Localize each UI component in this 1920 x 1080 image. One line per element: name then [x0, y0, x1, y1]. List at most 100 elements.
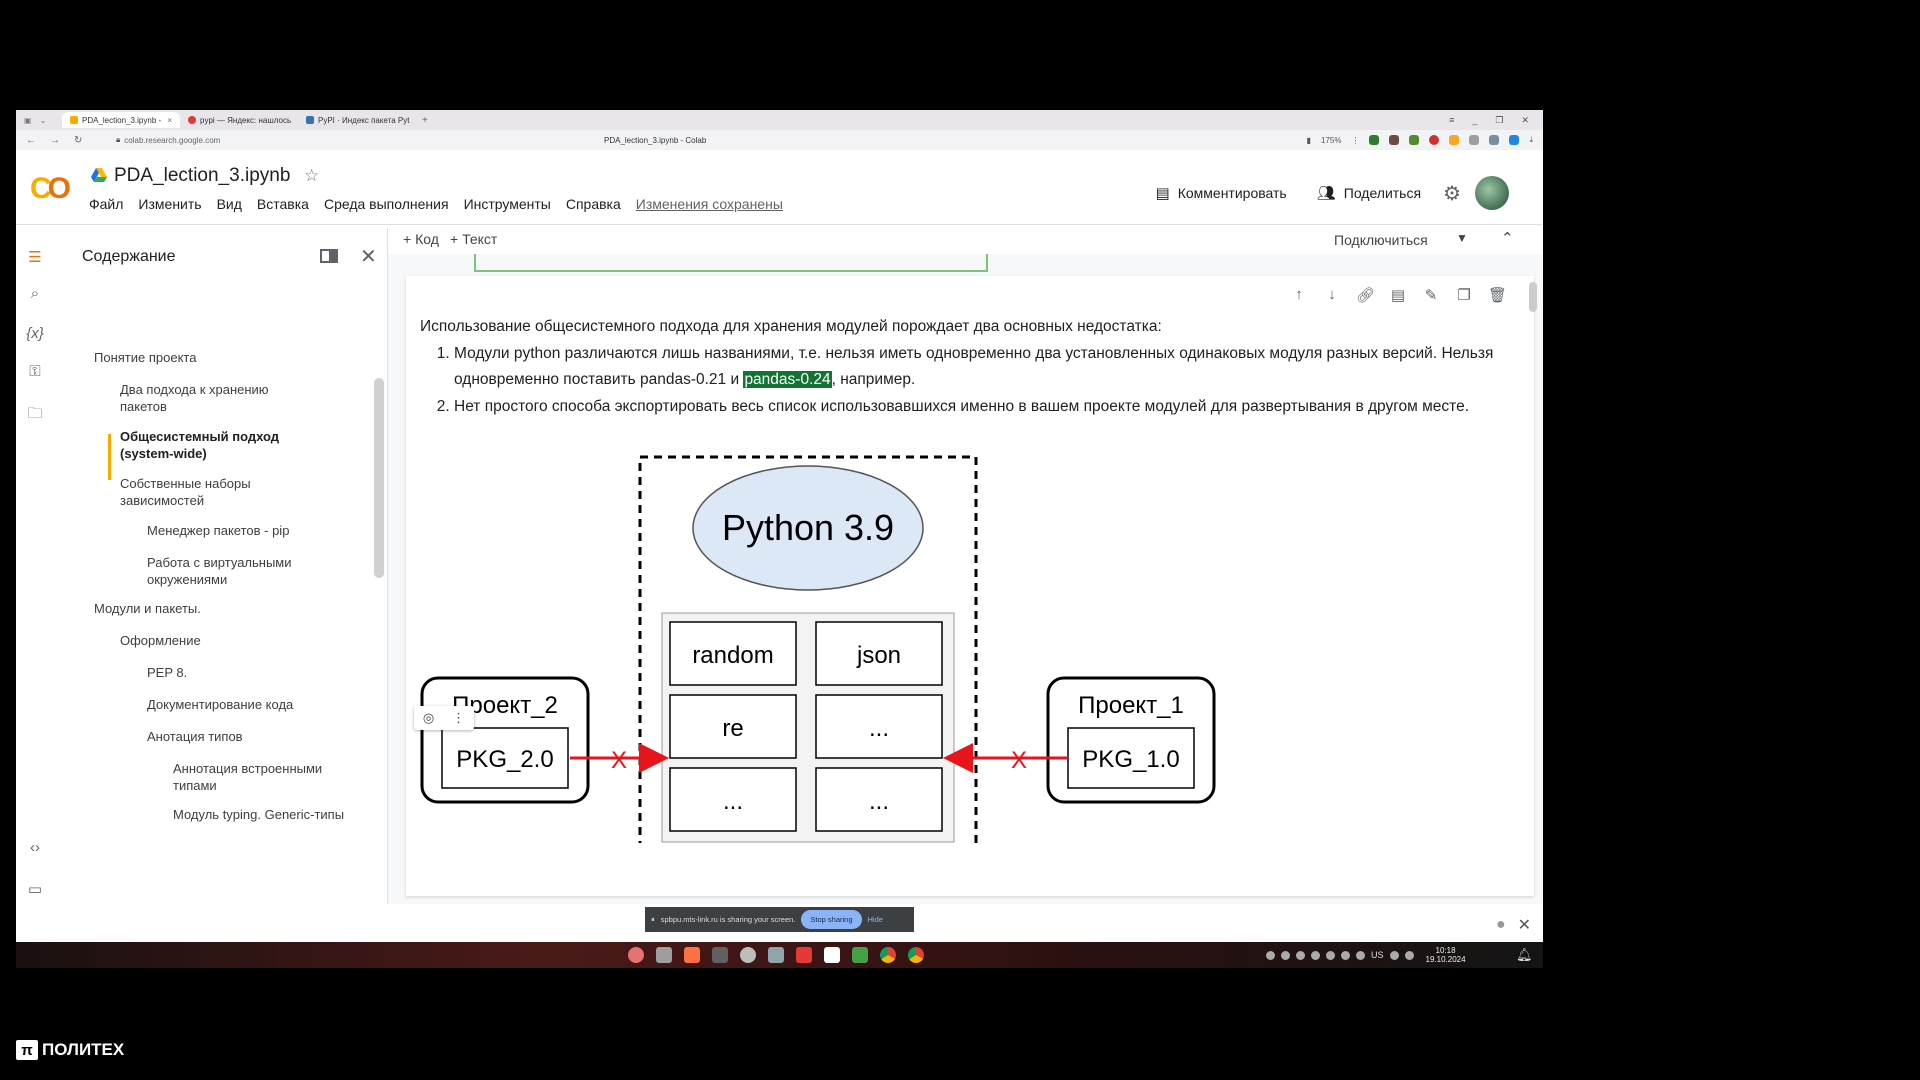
zoom-level[interactable]: 175% [1321, 136, 1341, 145]
text-cell[interactable]: ↑ ↓ 🔗︎ ▤ ✎ ❐ 🗑︎ ⋮ Использование общесист… [406, 276, 1538, 896]
window-menu-icons[interactable]: ▣ ⌄ [16, 116, 62, 125]
add-code-button[interactable]: + Код [403, 231, 439, 247]
tray-icon[interactable] [1356, 950, 1365, 960]
extension-icon[interactable] [1469, 135, 1480, 145]
edit-icon[interactable]: ✎ [1422, 286, 1440, 304]
maximize-icon[interactable]: ❐ [1495, 115, 1503, 126]
app-icon[interactable] [796, 947, 812, 963]
tray-icon[interactable] [1311, 950, 1320, 960]
hide-button[interactable]: Hide [868, 915, 883, 924]
menu-edit[interactable]: Изменить [138, 196, 201, 212]
toc-item[interactable]: Оформление [120, 632, 201, 649]
reload-icon[interactable]: ↻ [74, 135, 82, 146]
clock[interactable]: 10:18 19.10.2024 [1426, 946, 1466, 964]
close-icon[interactable]: ✕ [1518, 915, 1531, 935]
more-icon[interactable]: ⋮ [452, 710, 465, 726]
menu-help[interactable]: Справка [566, 196, 621, 212]
close-icon[interactable]: ✕ [360, 244, 377, 269]
tray-icon[interactable] [1326, 950, 1335, 960]
search-icon[interactable]: ⌕ [24, 282, 46, 304]
browser-tab-yandex[interactable]: pypi — Яндекс: нашлось [180, 112, 298, 128]
new-tab-icon[interactable]: + [416, 115, 434, 126]
extension-icon[interactable] [1389, 135, 1400, 145]
colab-logo[interactable]: CO [30, 172, 71, 206]
tray-icon[interactable] [1341, 950, 1350, 960]
comment-icon[interactable]: ▤ [1389, 286, 1407, 304]
url-field[interactable]: colab.research.google.com [124, 136, 220, 145]
sidebar-scrollbar[interactable] [374, 378, 384, 578]
tray-icon[interactable] [1296, 950, 1305, 960]
saved-status[interactable]: Изменения сохранены [636, 196, 783, 212]
star-icon[interactable]: ☆ [304, 166, 319, 186]
toc-item[interactable]: Два подхода к хранению пакетов [120, 381, 310, 415]
volume-icon[interactable] [1389, 950, 1399, 960]
app-icon[interactable] [740, 947, 756, 963]
key-icon[interactable]: ⚿ [24, 360, 46, 382]
chrome-icon[interactable] [908, 947, 924, 963]
tray-icon[interactable] [1266, 950, 1275, 960]
close-tab-icon[interactable]: × [167, 116, 172, 125]
chevron-up-icon[interactable]: ⌃ [1501, 229, 1514, 247]
code-snippets-icon[interactable]: ‹› [24, 836, 46, 858]
minimize-icon[interactable]: _ [1472, 115, 1477, 126]
link-icon[interactable]: 🔗︎ [1356, 286, 1375, 304]
menu-view[interactable]: Вид [217, 196, 242, 212]
stop-sharing-button[interactable]: Stop sharing [801, 910, 862, 929]
extension-icon[interactable] [1449, 135, 1460, 145]
mirror-cell-icon[interactable]: ❐ [1455, 286, 1473, 304]
forward-icon[interactable]: → [50, 135, 60, 146]
browser-tab-colab[interactable]: PDA_lection_3.ipynb - × [62, 112, 180, 128]
toc-item[interactable]: Модуль typing. Generic-типы [173, 806, 353, 823]
chevron-down-icon[interactable]: ▼ [1456, 231, 1468, 245]
tray-icon[interactable] [1281, 950, 1290, 960]
menu-icon[interactable]: ≡ [1449, 115, 1454, 126]
delete-icon[interactable]: 🗑︎ [1488, 286, 1507, 304]
bell-icon[interactable]: 🔔︎ [1516, 947, 1533, 963]
camera-icon[interactable]: ◎ [423, 710, 434, 726]
toc-item[interactable]: Менеджер пакетов - pip [147, 522, 289, 539]
toc-icon[interactable]: ☰ [24, 246, 46, 268]
app-icon[interactable] [768, 947, 784, 963]
extension-icon[interactable] [1489, 135, 1500, 145]
yandex-icon[interactable] [824, 947, 840, 963]
toc-item-active[interactable]: Общесистемный подход (system-wide) [120, 428, 320, 462]
close-window-icon[interactable]: ✕ [1521, 115, 1529, 126]
menu-tools[interactable]: Инструменты [464, 196, 551, 212]
chrome-icon[interactable] [880, 947, 896, 963]
extension-icon[interactable] [1509, 135, 1520, 145]
menu-insert[interactable]: Вставка [257, 196, 309, 212]
share-button[interactable]: 👥︎ Поделиться [1309, 184, 1429, 202]
avatar[interactable] [1475, 176, 1509, 210]
connect-button[interactable]: Подключиться [1334, 232, 1428, 248]
back-icon[interactable]: ← [26, 135, 36, 146]
toc-item[interactable]: Анотация типов [147, 728, 243, 745]
toc-item[interactable]: PEP 8. [147, 664, 187, 681]
download-icon[interactable]: ⤓ [1529, 135, 1533, 145]
app-icon[interactable] [628, 947, 644, 963]
gear-icon[interactable]: ⚙ [1443, 181, 1461, 206]
content-scrollbar[interactable] [1529, 282, 1537, 312]
more-icon[interactable]: ⋮ [1351, 136, 1359, 145]
network-icon[interactable] [1404, 950, 1414, 960]
toc-item[interactable]: Документирование кода [147, 696, 293, 713]
menu-runtime[interactable]: Среда выполнения [324, 196, 449, 212]
comment-button[interactable]: ▤ Комментировать [1148, 184, 1295, 202]
toc-item[interactable]: Аннотация встроенными типами [173, 760, 353, 794]
menu-file[interactable]: Файл [89, 196, 123, 212]
move-down-icon[interactable]: ↓ [1323, 286, 1341, 304]
toc-item[interactable]: Собственные наборы зависимостей [120, 475, 300, 509]
toc-item[interactable]: Понятие проекта [94, 349, 196, 366]
pycharm-icon[interactable] [852, 947, 868, 963]
keyboard-layout[interactable]: US [1371, 950, 1384, 960]
record-icon[interactable]: ● [1496, 916, 1506, 934]
notebook-name[interactable]: PDA_lection_3.ipynb [114, 165, 290, 187]
toc-item[interactable]: Модули и пакеты. [94, 600, 201, 617]
open-in-tab-icon[interactable] [320, 249, 338, 263]
terminal-icon[interactable] [712, 947, 728, 963]
folder-icon[interactable]: 🗀︎ [24, 404, 46, 426]
extension-icon[interactable] [1409, 135, 1420, 145]
terminal-icon[interactable]: ▭ [24, 878, 46, 900]
app-icon[interactable] [684, 947, 700, 963]
toc-item[interactable]: Работа с виртуальными окружениями [147, 554, 337, 588]
add-text-button[interactable]: + Текст [450, 231, 497, 247]
